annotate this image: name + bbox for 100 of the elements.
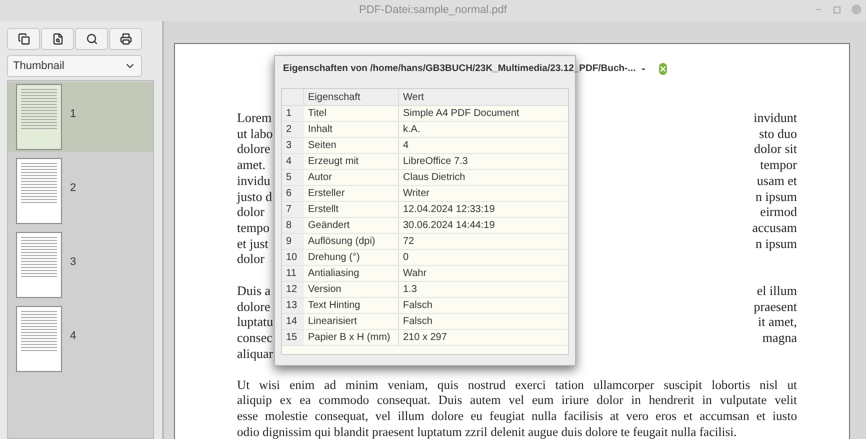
- thumbnail-item[interactable]: 2: [8, 156, 153, 226]
- table-cell-text: Simple A4 PDF Document: [402, 107, 520, 121]
- table-cell: Version: [304, 282, 399, 297]
- text-fragment: praesent: [754, 298, 797, 314]
- printer-icon: [120, 33, 132, 45]
- table-cell: Titel: [304, 106, 399, 121]
- text-fragment: accusam: [752, 220, 797, 236]
- text-fragment: amet.: [237, 157, 266, 173]
- page-thumbnail: [16, 232, 62, 298]
- row-number: 13: [282, 298, 304, 313]
- text-line: Ut wisi enim ad minim veniam, quis nostrud exerci tation ullamcorper suscipit lobortis nisl ut: [237, 378, 797, 394]
- text-fragment: justo d: [237, 188, 272, 204]
- column-header[interactable]: Eigenschaft: [304, 89, 399, 105]
- text-fragment: et just: [237, 236, 268, 252]
- table-cell-text: Falsch: [402, 299, 434, 313]
- page-number: 3: [70, 255, 76, 270]
- text-line: aliquip ex ea commodo consequat. Duis autem vel eum iriure dolor in hendrerit in vulputate velit: [237, 393, 797, 409]
- page-thumbnail: [16, 306, 62, 372]
- row-number: 10: [282, 250, 304, 265]
- row-number: 11: [282, 266, 304, 281]
- text-fragment: invidunt: [754, 110, 797, 126]
- row-number: 1: [282, 106, 304, 121]
- text-fragment: n ipsum: [755, 236, 797, 252]
- column-header[interactable]: Wert: [399, 90, 568, 104]
- minimize-button[interactable]: -: [642, 60, 646, 78]
- table-cell-text: 1.3: [402, 283, 418, 297]
- search-button[interactable]: [75, 28, 108, 50]
- text-fragment: usam et: [756, 172, 797, 189]
- table-cell-text: Writer: [402, 187, 430, 201]
- table-cell: Autor: [304, 170, 399, 185]
- text-fragment: aliquar: [237, 346, 274, 362]
- table-cell-text: 72: [402, 235, 416, 249]
- page-number: 2: [70, 181, 76, 196]
- row-number: 5: [282, 170, 304, 185]
- thumbnail-item[interactable]: 1: [8, 82, 153, 152]
- table-cell: Text Hinting: [304, 298, 399, 313]
- text-fragment: eirmod: [760, 204, 797, 220]
- search-icon: [86, 33, 98, 45]
- table-cell-text: Claus Dietrich: [402, 171, 466, 185]
- table-cell: Ersteller: [304, 186, 399, 201]
- table-cell-text: 210 x 297: [402, 331, 448, 345]
- copy-button[interactable]: [7, 28, 40, 50]
- text-fragment: invidu: [237, 172, 270, 189]
- text-fragment: ut labo: [237, 126, 273, 142]
- text-fragment: consec: [237, 330, 272, 346]
- text-line: esse molestie consequat, vel illum dolore eu feugiat nulla facilisis at vero eros et accumsan et iusto: [237, 408, 797, 425]
- page-thumbnail: [16, 84, 62, 150]
- table-cell-text: Falsch: [402, 315, 434, 329]
- table-cell: Erstellt: [304, 202, 399, 217]
- table-cell: Geändert: [304, 218, 399, 233]
- copy-icon: [18, 33, 30, 45]
- dialog-title: Eigenschaften von /home/hans/GB3BUCH/23K_Multimedia/23.12_PDF/Buch-...: [283, 62, 636, 76]
- text-fragment: Duis a: [237, 283, 271, 299]
- row-number: 3: [282, 138, 304, 153]
- table-cell-text: LibreOffice 7.3: [402, 155, 469, 169]
- row-number: 14: [282, 314, 304, 329]
- thumbnail-item[interactable]: 3: [8, 230, 153, 300]
- text-fragment: dolor: [237, 204, 264, 220]
- thumbnail-item[interactable]: 4: [8, 304, 153, 374]
- row-number: 8: [282, 218, 304, 233]
- table-cell: Erzeugt mit: [304, 154, 399, 169]
- text-line: odio dignissim qui blandit praesent luptatum zzril delenit augue duis dolore te feugait nulla facilisi.: [237, 424, 738, 439]
- text-fragment: Lorem: [237, 110, 272, 126]
- text-fragment: dolor sit: [754, 141, 797, 158]
- row-number: 6: [282, 186, 304, 201]
- page-thumbnail: [16, 158, 62, 224]
- table-cell: Drehung (°): [304, 250, 399, 265]
- text-fragment: el illum: [756, 283, 797, 299]
- row-number: 4: [282, 154, 304, 169]
- row-number: 9: [282, 234, 304, 249]
- row-number: 7: [282, 202, 304, 217]
- text-fragment: sto duo: [759, 126, 797, 142]
- table-cell: Papier B x H (mm): [304, 330, 399, 345]
- window-title: PDF-Datei:sample_normal.pdf: [359, 3, 507, 18]
- text-fragment: n ipsum: [755, 188, 797, 204]
- table-cell: Seiten: [304, 138, 399, 153]
- text-fragment: tempor: [760, 157, 797, 173]
- text-fragment: tempo: [237, 220, 270, 236]
- print-button[interactable]: [109, 28, 142, 50]
- table-cell: Linearisiert: [304, 314, 399, 329]
- table-cell: Antialiasing: [304, 266, 399, 281]
- row-number: 12: [282, 282, 304, 297]
- text-fragment: it amet,: [758, 314, 797, 330]
- view-select[interactable]: Thumbnail: [7, 55, 142, 77]
- table-cell-text: k.A.: [402, 123, 422, 137]
- page-number: 1: [70, 107, 76, 122]
- table-cell-text: 12.04.2024 12:33:19: [402, 203, 496, 217]
- close-icon: [659, 65, 668, 73]
- table-cell-text: 0: [402, 251, 410, 265]
- table-cell: Auflösung (dpi): [304, 234, 399, 249]
- page-number: 4: [70, 329, 76, 344]
- table-cell-text: 4: [402, 139, 410, 153]
- text-fragment: dolore: [237, 141, 270, 158]
- document-icon: [52, 33, 64, 45]
- text-fragment: luptatu: [237, 314, 274, 330]
- row-number: 2: [282, 122, 304, 137]
- document-button[interactable]: [41, 28, 74, 50]
- table-cell-text: Wahr: [402, 267, 428, 281]
- row-number: 15: [282, 330, 304, 345]
- text-fragment: dolore: [237, 298, 270, 314]
